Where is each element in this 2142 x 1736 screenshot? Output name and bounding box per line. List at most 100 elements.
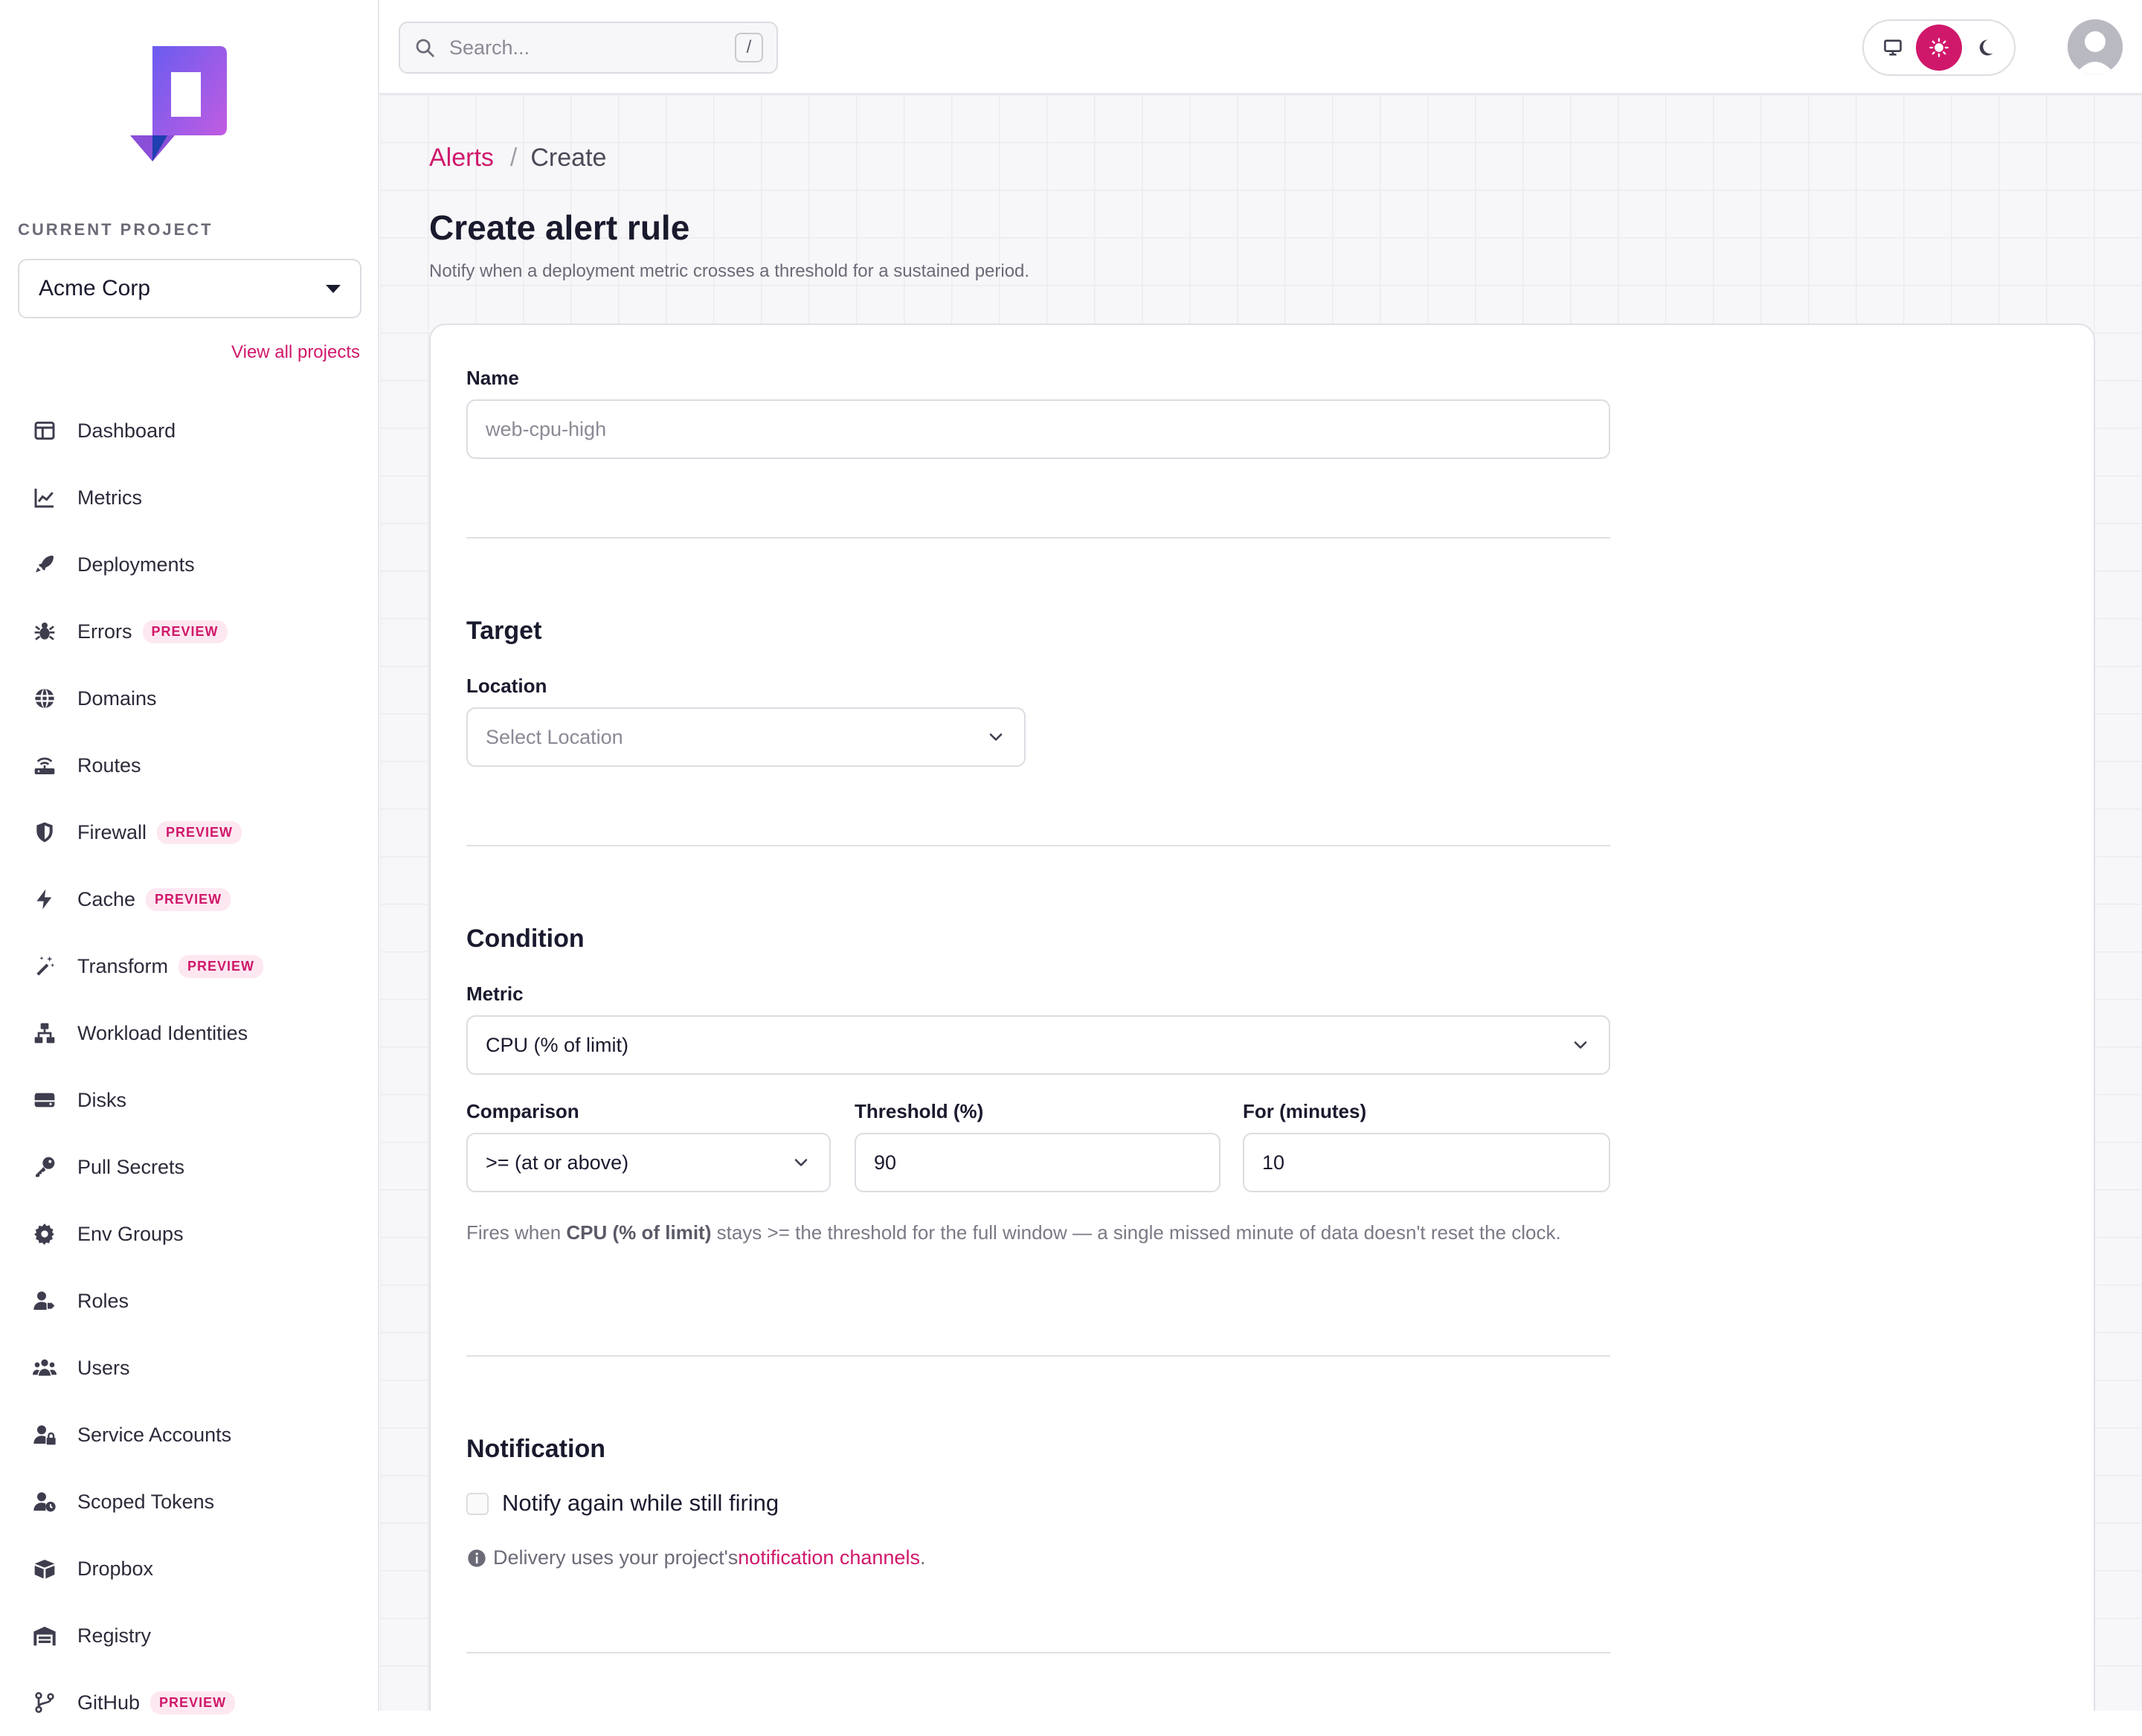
section-divider bbox=[466, 1355, 1610, 1357]
router-icon bbox=[31, 752, 58, 779]
delivery-info-prefix: Delivery uses your project's bbox=[493, 1546, 739, 1569]
sidebar-item-label: Roles bbox=[77, 1289, 129, 1312]
main-content: Alerts / Create Create alert rule Notify… bbox=[380, 94, 2142, 1711]
sidebar-item-label: Deployments bbox=[77, 553, 195, 576]
sidebar-item-service-accounts[interactable]: Service Accounts bbox=[0, 1401, 379, 1468]
disk-icon bbox=[31, 1087, 58, 1113]
sidebar-item-routes[interactable]: Routes bbox=[0, 732, 379, 799]
theme-dark-button[interactable] bbox=[1962, 25, 2008, 71]
search-icon bbox=[416, 39, 434, 57]
sidebar-item-dropbox[interactable]: Dropbox bbox=[0, 1535, 379, 1602]
caret-down-icon bbox=[326, 284, 341, 293]
warehouse-icon bbox=[31, 1622, 58, 1649]
delivery-info-suffix: . bbox=[919, 1546, 926, 1569]
threshold-input[interactable]: 90 bbox=[855, 1133, 1220, 1192]
for-minutes-input[interactable]: 10 bbox=[1243, 1133, 1610, 1192]
help-prefix: Fires when bbox=[466, 1221, 567, 1244]
notification-channels-link[interactable]: notification channels bbox=[738, 1546, 920, 1569]
help-metric: CPU (% of limit) bbox=[566, 1221, 712, 1244]
section-divider bbox=[466, 845, 1610, 846]
sidebar-item-transform[interactable]: Transform PREVIEW bbox=[0, 933, 379, 1000]
renotify-label[interactable]: Notify again while still firing bbox=[502, 1490, 779, 1517]
avatar-placeholder-icon bbox=[2068, 19, 2123, 74]
sidebar-item-env-groups[interactable]: Env Groups bbox=[0, 1200, 379, 1267]
user-tag-icon bbox=[31, 1287, 58, 1314]
sidebar-item-label: Metrics bbox=[77, 486, 142, 509]
search-box[interactable]: / bbox=[399, 22, 778, 74]
sidebar-item-label: Users bbox=[77, 1356, 130, 1379]
shield-icon bbox=[31, 819, 58, 846]
sidebar-item-domains[interactable]: Domains bbox=[0, 665, 379, 732]
sidebar-item-registry[interactable]: Registry bbox=[0, 1602, 379, 1669]
sidebar-item-firewall[interactable]: Firewall PREVIEW bbox=[0, 799, 379, 866]
sidebar-item-dashboard[interactable]: Dashboard bbox=[0, 397, 379, 464]
page-title: Create alert rule bbox=[429, 208, 690, 247]
sidebar-item-label: Dropbox bbox=[77, 1557, 154, 1580]
search-input[interactable] bbox=[448, 35, 718, 60]
preview-badge: PREVIEW bbox=[146, 887, 231, 911]
sidebar-nav: Dashboard Metrics Deployments Errors PREVIEW… bbox=[0, 397, 379, 1736]
condition-section-title: Condition bbox=[466, 925, 585, 953]
sidebar-item-metrics[interactable]: Metrics bbox=[0, 464, 379, 531]
breadcrumb: Alerts / Create bbox=[429, 144, 606, 173]
sidebar-item-label: Domains bbox=[77, 687, 157, 710]
for-minutes-label: For (minutes) bbox=[1243, 1100, 1367, 1122]
sidebar-item-pull-secrets[interactable]: Pull Secrets bbox=[0, 1134, 379, 1200]
chevron-down-icon bbox=[794, 1159, 808, 1166]
branch-icon bbox=[31, 1689, 58, 1716]
sidebar-item-label: Dashboard bbox=[77, 419, 176, 442]
topbar: / bbox=[379, 0, 2142, 94]
sidebar-item-label: Routes bbox=[77, 753, 141, 777]
sidebar-item-errors[interactable]: Errors PREVIEW bbox=[0, 598, 379, 665]
location-select-placeholder: Select Location bbox=[486, 725, 623, 748]
target-section-title: Target bbox=[466, 617, 542, 645]
current-project-label: CURRENT PROJECT bbox=[18, 220, 213, 239]
search-shortcut-key: / bbox=[735, 33, 763, 62]
preview-badge: PREVIEW bbox=[157, 820, 242, 844]
sidebar-item-scoped-tokens[interactable]: Scoped Tokens bbox=[0, 1468, 379, 1535]
delivery-info: Delivery uses your project's notificatio… bbox=[466, 1546, 925, 1569]
sidebar-item-github[interactable]: GitHub PREVIEW bbox=[0, 1669, 379, 1736]
sidebar-item-users[interactable]: Users bbox=[0, 1334, 379, 1401]
metric-select[interactable]: CPU (% of limit) bbox=[466, 1015, 1610, 1075]
globe-icon bbox=[31, 685, 58, 712]
gear-icon bbox=[31, 1221, 58, 1247]
help-suffix: stays >= the threshold for the full wind… bbox=[711, 1221, 1561, 1244]
theme-light-button[interactable] bbox=[1916, 25, 1962, 71]
location-label: Location bbox=[466, 675, 547, 697]
preview-badge: PREVIEW bbox=[142, 620, 228, 643]
user-clock-icon bbox=[31, 1488, 58, 1515]
location-select[interactable]: Select Location bbox=[466, 707, 1026, 767]
rocket-icon bbox=[31, 551, 58, 578]
users-icon bbox=[31, 1354, 58, 1381]
project-selector[interactable]: Acme Corp bbox=[18, 259, 361, 318]
name-label: Name bbox=[466, 367, 519, 389]
sidebar: CURRENT PROJECT Acme Corp View all proje… bbox=[0, 0, 379, 1714]
notification-section-title: Notification bbox=[466, 1435, 605, 1463]
sidebar-item-deployments[interactable]: Deployments bbox=[0, 531, 379, 598]
sidebar-item-label: Cache bbox=[77, 887, 136, 910]
brand-logo[interactable] bbox=[130, 46, 231, 169]
bug-icon bbox=[31, 618, 58, 645]
sidebar-item-label: Service Accounts bbox=[77, 1423, 232, 1446]
theme-toggle bbox=[1862, 19, 2016, 76]
breadcrumb-separator: / bbox=[509, 144, 518, 172]
sidebar-item-label: Env Groups bbox=[77, 1222, 184, 1245]
preview-badge: PREVIEW bbox=[178, 954, 264, 978]
breadcrumb-alerts-link[interactable]: Alerts bbox=[429, 144, 494, 173]
sidebar-item-cache[interactable]: Cache PREVIEW bbox=[0, 866, 379, 933]
view-all-projects-link[interactable]: View all projects bbox=[231, 342, 360, 363]
sidebar-item-label: Pull Secrets bbox=[77, 1155, 185, 1178]
sidebar-item-workload-identities[interactable]: Workload Identities bbox=[0, 1000, 379, 1067]
name-input[interactable]: web-cpu-high bbox=[466, 399, 1610, 459]
theme-system-button[interactable] bbox=[1870, 25, 1916, 71]
breadcrumb-current: Create bbox=[530, 144, 607, 172]
monitor-icon bbox=[1884, 39, 1902, 56]
sidebar-item-roles[interactable]: Roles bbox=[0, 1267, 379, 1334]
sidebar-item-disks[interactable]: Disks bbox=[0, 1067, 379, 1134]
renotify-checkbox[interactable] bbox=[466, 1493, 489, 1515]
sidebar-item-label: Errors bbox=[77, 620, 132, 643]
comparison-select[interactable]: >= (at or above) bbox=[466, 1133, 831, 1192]
user-avatar[interactable] bbox=[2068, 19, 2123, 74]
sidebar-item-label: Transform bbox=[77, 954, 169, 977]
